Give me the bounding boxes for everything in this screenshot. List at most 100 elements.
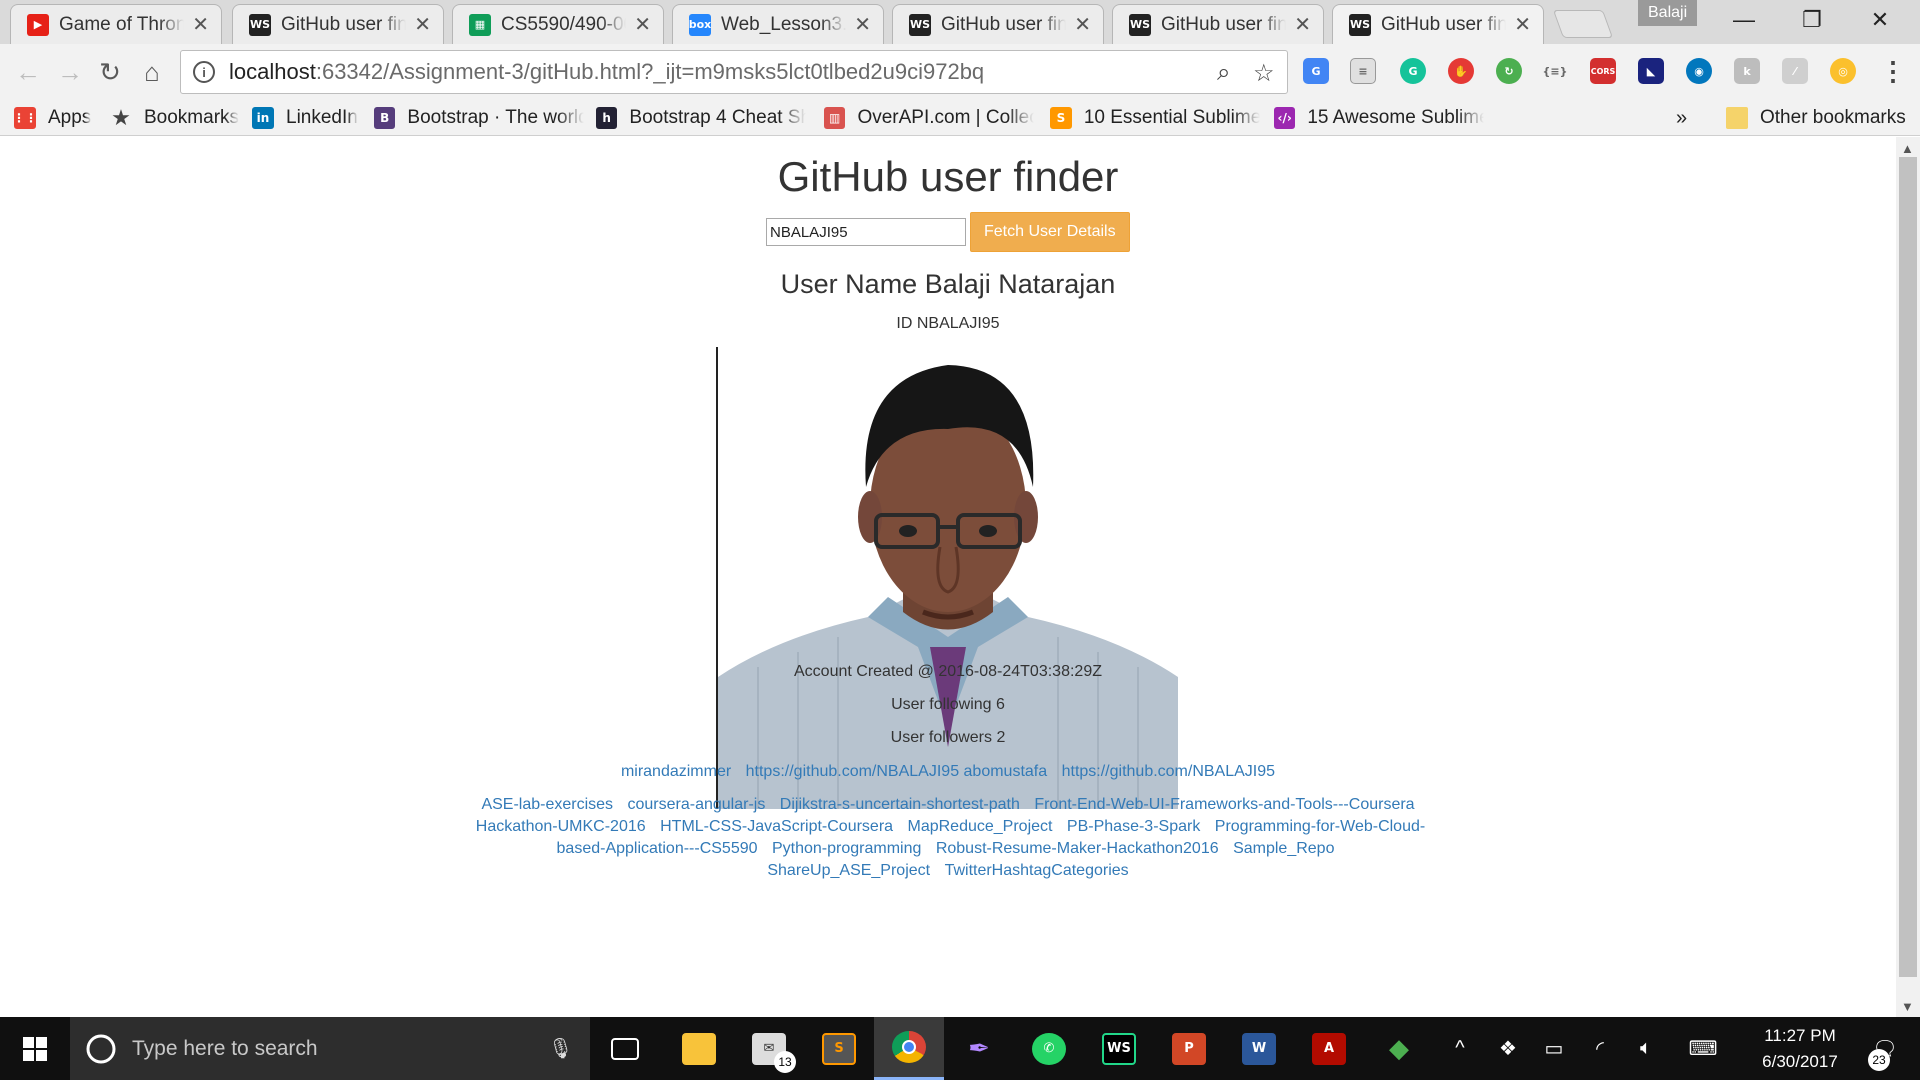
bookmarks-overflow-button[interactable]: » — [1676, 104, 1687, 132]
follower-link[interactable]: mirandazimmer — [621, 763, 731, 780]
bookmark-star-icon[interactable]: ☆ — [1253, 59, 1275, 88]
taskbar-mail[interactable]: ✉ 13 — [734, 1017, 804, 1080]
url-text[interactable]: localhost:63342/Assignment-3/gitHub.html… — [229, 59, 984, 85]
home-button[interactable]: ⌂ — [134, 54, 170, 90]
page-icon[interactable]: ≡ — [1350, 58, 1376, 84]
page-title: GitHub user finder — [777, 153, 1119, 200]
bookmark-item[interactable]: B Bootstrap · The world — [374, 104, 584, 132]
scroll-up-icon[interactable]: ▲ — [1901, 141, 1914, 156]
page-scrollbar[interactable]: ▲ ▼ — [1896, 137, 1920, 1017]
tab-3[interactable]: ▦ CS5590/490-00 ✕ — [452, 4, 664, 44]
action-center-icon[interactable]: 🗨︎ — [1860, 1017, 1910, 1080]
cors-icon[interactable]: CORS — [1590, 58, 1616, 84]
repo-link[interactable]: MapReduce_Project — [908, 818, 1053, 835]
extension-icon[interactable]: ↻ — [1496, 58, 1522, 84]
tab-4[interactable]: box Web_Lesson3.do ✕ — [672, 4, 884, 44]
scroll-down-icon[interactable]: ▼ — [1901, 999, 1914, 1014]
taskbar-sublime[interactable]: S — [804, 1017, 874, 1080]
taskbar-powerpoint[interactable]: P — [1154, 1017, 1224, 1080]
show-hidden-icons[interactable]: ^ — [1442, 1017, 1478, 1080]
scrollbar-thumb[interactable] — [1899, 157, 1917, 977]
taskbar-whatsapp[interactable]: ✆ — [1014, 1017, 1084, 1080]
repo-link[interactable]: coursera-angular-js — [628, 796, 766, 813]
tab-close-icon[interactable]: ✕ — [1074, 12, 1091, 37]
repo-link[interactable]: ShareUp_ASE_Project — [767, 862, 930, 879]
webstorm-icon: WS — [249, 13, 271, 36]
linkedin-icon: in — [252, 107, 274, 129]
google-translate-icon[interactable]: G — [1303, 58, 1329, 84]
translate-icon[interactable]: k — [1734, 58, 1760, 84]
tab-5[interactable]: WS GitHub user finder ✕ — [892, 4, 1104, 44]
reload-button[interactable]: ↻ — [92, 54, 128, 90]
restore-icon[interactable]: ❐ — [1778, 0, 1846, 40]
tab-close-icon[interactable]: ✕ — [1514, 12, 1531, 37]
follower-link[interactable]: https://github.com/NBALAJI95 — [1062, 763, 1275, 780]
repo-link[interactable]: Python-programming — [772, 840, 921, 857]
bookmark-label: LinkedIn — [286, 107, 358, 128]
repo-link[interactable]: HTML-CSS-JavaScript-Coursera — [660, 818, 893, 835]
bookmark-item[interactable]: h Bootstrap 4 Cheat Sh — [596, 104, 806, 132]
bookmark-item[interactable]: S 10 Essential Sublime — [1050, 104, 1260, 132]
taskbar-feather-app[interactable]: ✒ — [944, 1017, 1014, 1080]
taskbar-acrobat[interactable]: A — [1294, 1017, 1364, 1080]
repo-link[interactable]: TwitterHashtagCategories — [945, 862, 1129, 879]
tab-close-icon[interactable]: ✕ — [854, 12, 871, 37]
task-view-button[interactable] — [590, 1017, 660, 1080]
tab-2[interactable]: WS GitHub user finder ✕ — [232, 4, 444, 44]
tab-6[interactable]: WS GitHub user finder ✕ — [1112, 4, 1324, 44]
microphone-icon[interactable]: 🎙︎ — [548, 1036, 573, 1061]
keyboard-icon[interactable]: ⌨ — [1680, 1017, 1726, 1080]
bookmark-item[interactable]: ⋮⋮ Apps — [13, 104, 91, 132]
search-icon[interactable]: ⌕ — [1217, 59, 1230, 87]
pdf-icon[interactable]: ⁄ — [1782, 58, 1808, 84]
camera-icon[interactable]: ◉ — [1686, 58, 1712, 84]
taskbar-file-explorer[interactable] — [664, 1017, 734, 1080]
taskbar-word[interactable]: W — [1224, 1017, 1294, 1080]
fetch-user-button[interactable]: Fetch User Details — [970, 212, 1130, 252]
bookmark-item[interactable]: ▥ OverAPI.com | Collec — [824, 104, 1034, 132]
wifi-icon[interactable]: ◜ — [1582, 1017, 1618, 1080]
menu-icon[interactable]: ⋮ — [1880, 56, 1906, 87]
repo-link[interactable]: Robust-Resume-Maker-Hackathon2016 — [936, 840, 1219, 857]
back-button[interactable]: ← — [10, 54, 46, 90]
windows-start-button[interactable] — [0, 1017, 70, 1080]
bookmark-item[interactable]: ‹/› 15 Awesome Sublime — [1274, 104, 1484, 132]
json-viewer-icon[interactable]: {≡} — [1542, 58, 1568, 84]
taskbar-clock[interactable]: 11:27 PM 6/30/2017 — [1740, 1023, 1860, 1075]
repo-link[interactable]: ASE-lab-exercises — [481, 796, 613, 813]
taskbar-search-box[interactable]: Type here to search 🎙︎ — [70, 1017, 590, 1080]
tab-7[interactable]: WS GitHub user finder ✕ — [1332, 4, 1544, 44]
tab-close-icon[interactable]: ✕ — [192, 12, 209, 37]
repo-link[interactable]: Dijikstra-s-uncertain-shortest-path — [780, 796, 1020, 813]
other-bookmarks-folder[interactable]: Other bookmarks — [1726, 104, 1906, 132]
follower-link[interactable]: https://github.com/NBALAJI95 abomustafa — [746, 763, 1048, 780]
adblock-icon[interactable]: ✋ — [1448, 58, 1474, 84]
tab-1[interactable]: ▶ Game of Thrones ✕ — [10, 4, 222, 44]
repo-link[interactable]: Front-End-Web-UI-Frameworks-and-Tools---… — [1034, 796, 1414, 813]
taskbar-chrome[interactable] — [874, 1017, 944, 1080]
bookmark-item[interactable]: in LinkedIn — [252, 104, 358, 132]
new-tab-button[interactable] — [1552, 10, 1614, 38]
coin-icon[interactable]: ◎ — [1830, 58, 1856, 84]
taskbar-webstorm[interactable]: WS — [1084, 1017, 1154, 1080]
flag-icon[interactable]: ◣ — [1638, 58, 1664, 84]
tab-close-icon[interactable]: ✕ — [414, 12, 431, 37]
forward-button[interactable]: → — [52, 54, 88, 90]
dropbox-icon[interactable]: ❖ — [1490, 1017, 1526, 1080]
username-input[interactable] — [766, 218, 966, 246]
tab-close-icon[interactable]: ✕ — [634, 12, 651, 37]
grammarly-icon[interactable]: G — [1400, 58, 1426, 84]
address-bar[interactable]: i localhost:63342/Assignment-3/gitHub.ht… — [180, 50, 1288, 94]
bookmark-item[interactable]: ★ Bookmarks — [110, 104, 239, 132]
volume-icon[interactable]: 🔈︎ — [1628, 1017, 1664, 1080]
repo-link[interactable]: Hackathon-UMKC-2016 — [476, 818, 646, 835]
tab-close-icon[interactable]: ✕ — [1294, 12, 1311, 37]
profile-button[interactable]: Balaji — [1638, 0, 1698, 26]
info-icon[interactable]: i — [193, 61, 215, 83]
repo-link[interactable]: PB-Phase-3-Spark — [1067, 818, 1200, 835]
minimize-icon[interactable]: — — [1710, 0, 1778, 40]
battery-icon[interactable]: ▭ — [1536, 1017, 1572, 1080]
close-window-icon[interactable]: ✕ — [1846, 0, 1914, 40]
taskbar-gitkraken[interactable]: ◆ — [1364, 1017, 1434, 1080]
repo-link[interactable]: Sample_Repo — [1233, 840, 1334, 857]
